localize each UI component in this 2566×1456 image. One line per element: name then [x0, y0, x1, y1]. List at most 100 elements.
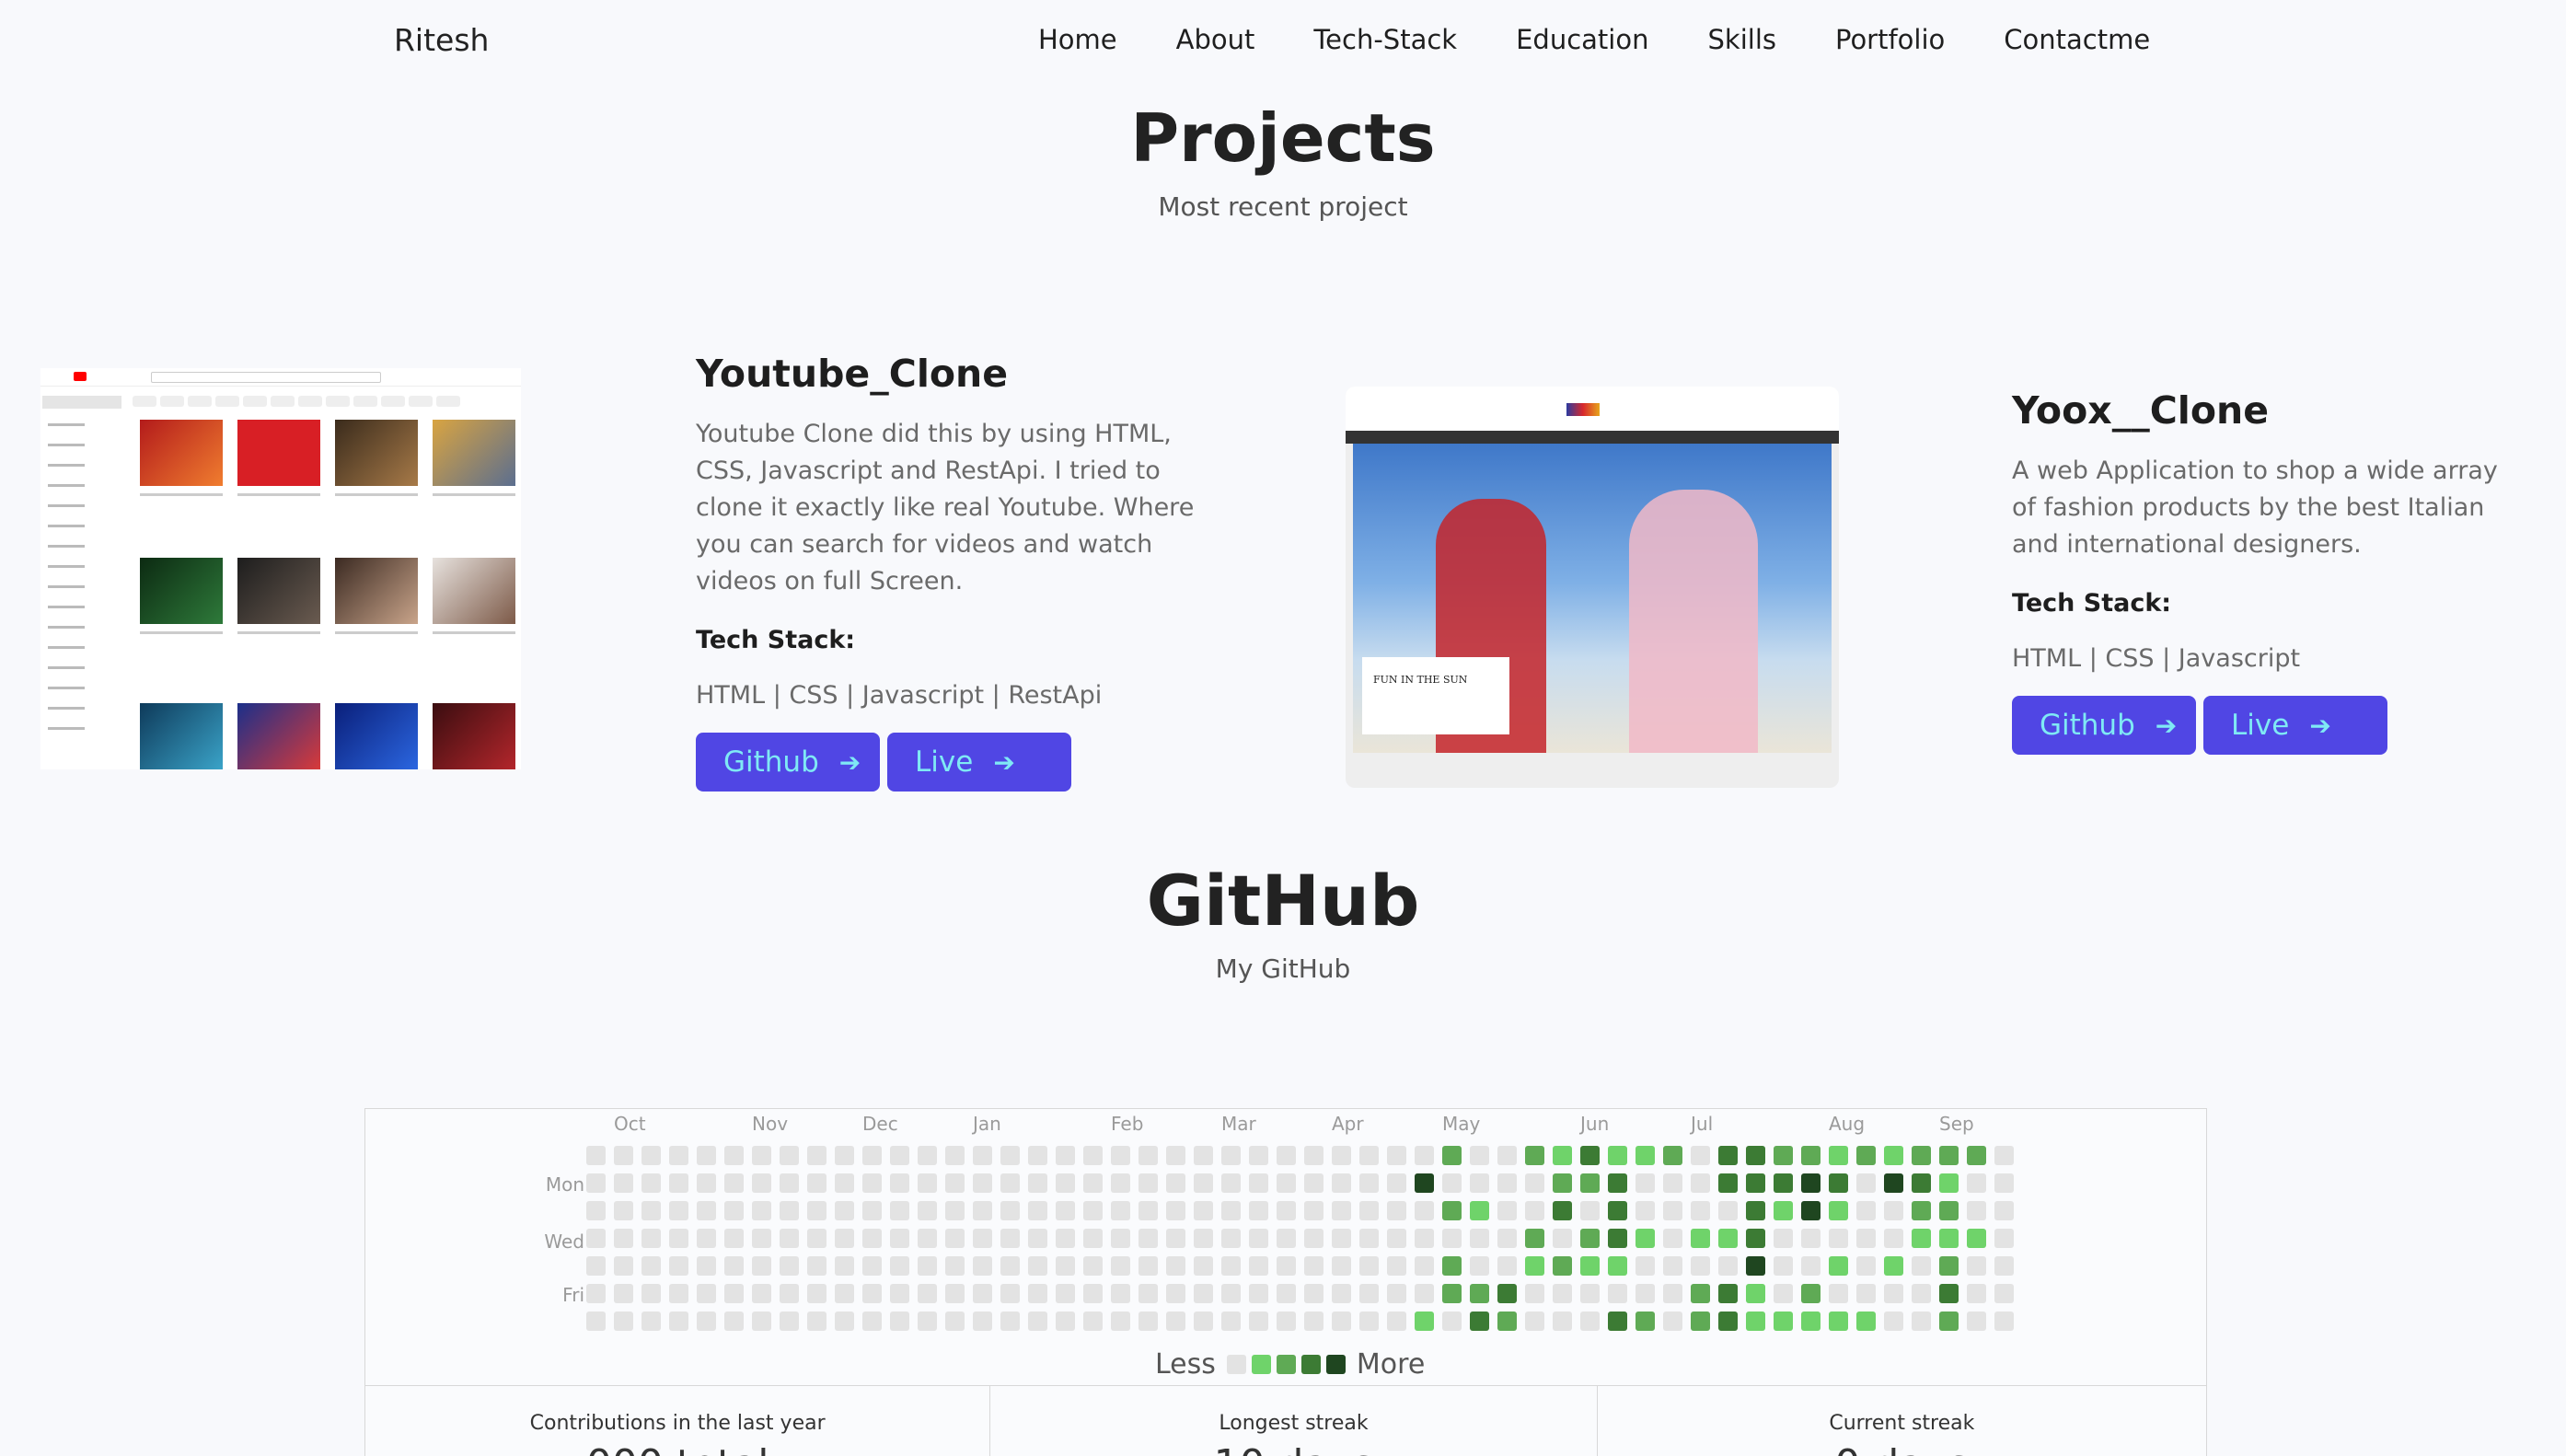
contribution-cell[interactable]: [1497, 1201, 1517, 1220]
contribution-cell[interactable]: [1636, 1146, 1655, 1165]
contribution-cell[interactable]: [1277, 1256, 1296, 1276]
contribution-cell[interactable]: [1194, 1312, 1213, 1331]
contribution-cell[interactable]: [1663, 1256, 1682, 1276]
contribution-cell[interactable]: [669, 1201, 688, 1220]
contribution-cell[interactable]: [1056, 1229, 1075, 1248]
contribution-cell[interactable]: [1387, 1229, 1406, 1248]
contribution-cell[interactable]: [724, 1173, 744, 1193]
contribution-cell[interactable]: [918, 1312, 937, 1331]
contribution-cell[interactable]: [862, 1229, 882, 1248]
contribution-cell[interactable]: [586, 1173, 606, 1193]
contribution-cell[interactable]: [1525, 1173, 1544, 1193]
contribution-cell[interactable]: [1359, 1201, 1379, 1220]
contribution-cell[interactable]: [1497, 1284, 1517, 1303]
contribution-cell[interactable]: [1442, 1312, 1462, 1331]
contribution-cell[interactable]: [1415, 1146, 1434, 1165]
contribution-cell[interactable]: [1470, 1146, 1489, 1165]
contribution-cell[interactable]: [1608, 1312, 1627, 1331]
contribution-cell[interactable]: [724, 1312, 744, 1331]
contribution-cell[interactable]: [1139, 1229, 1158, 1248]
contribution-cell[interactable]: [1166, 1146, 1185, 1165]
contribution-cell[interactable]: [1801, 1256, 1820, 1276]
contribution-cell[interactable]: [1939, 1173, 1959, 1193]
contribution-cell[interactable]: [697, 1284, 716, 1303]
contribution-cell[interactable]: [586, 1284, 606, 1303]
contribution-cell[interactable]: [642, 1256, 661, 1276]
contribution-cell[interactable]: [614, 1146, 633, 1165]
contribution-cell[interactable]: [697, 1312, 716, 1331]
contribution-cell[interactable]: [1083, 1146, 1103, 1165]
contribution-cell[interactable]: [1967, 1229, 1986, 1248]
contribution-cell[interactable]: [1884, 1173, 1903, 1193]
contribution-cell[interactable]: [1304, 1229, 1323, 1248]
contribution-cell[interactable]: [1249, 1173, 1268, 1193]
contribution-cell[interactable]: [1304, 1256, 1323, 1276]
contribution-cell[interactable]: [1994, 1256, 2014, 1276]
contribution-cell[interactable]: [807, 1312, 826, 1331]
contribution-cell[interactable]: [1056, 1146, 1075, 1165]
contribution-cell[interactable]: [890, 1229, 909, 1248]
contribution-cell[interactable]: [1994, 1229, 2014, 1248]
contribution-cell[interactable]: [862, 1146, 882, 1165]
contribution-cell[interactable]: [1277, 1201, 1296, 1220]
contribution-cell[interactable]: [1028, 1312, 1047, 1331]
contribution-cell[interactable]: [1056, 1256, 1075, 1276]
contribution-cell[interactable]: [752, 1173, 771, 1193]
contribution-cell[interactable]: [1497, 1173, 1517, 1193]
contribution-cell[interactable]: [1221, 1229, 1241, 1248]
contribution-cell[interactable]: [724, 1229, 744, 1248]
contribution-cell[interactable]: [586, 1201, 606, 1220]
contribution-cell[interactable]: [1332, 1229, 1351, 1248]
contribution-cell[interactable]: [1304, 1146, 1323, 1165]
contribution-cell[interactable]: [614, 1256, 633, 1276]
contribution-cell[interactable]: [1359, 1229, 1379, 1248]
contribution-cell[interactable]: [614, 1284, 633, 1303]
contribution-cell[interactable]: [835, 1146, 854, 1165]
contribution-cell[interactable]: [780, 1312, 799, 1331]
contribution-cell[interactable]: [1056, 1173, 1075, 1193]
contribution-cell[interactable]: [862, 1173, 882, 1193]
contribution-cell[interactable]: [973, 1229, 992, 1248]
contribution-cell[interactable]: [1967, 1284, 1986, 1303]
contribution-cell[interactable]: [1304, 1284, 1323, 1303]
contribution-cell[interactable]: [807, 1146, 826, 1165]
contribution-cell[interactable]: [1083, 1256, 1103, 1276]
contribution-cell[interactable]: [1470, 1173, 1489, 1193]
contribution-cell[interactable]: [1718, 1201, 1738, 1220]
contribution-cell[interactable]: [1221, 1284, 1241, 1303]
contribution-cell[interactable]: [1470, 1201, 1489, 1220]
contribution-cell[interactable]: [1249, 1146, 1268, 1165]
contribution-cell[interactable]: [973, 1146, 992, 1165]
contribution-cell[interactable]: [1994, 1312, 2014, 1331]
contribution-cell[interactable]: [1277, 1146, 1296, 1165]
contribution-cell[interactable]: [1912, 1146, 1931, 1165]
contribution-cell[interactable]: [1525, 1146, 1544, 1165]
contribution-cell[interactable]: [1056, 1201, 1075, 1220]
contribution-cell[interactable]: [724, 1146, 744, 1165]
contribution-cell[interactable]: [1139, 1201, 1158, 1220]
contribution-cell[interactable]: [973, 1312, 992, 1331]
contribution-cell[interactable]: [1194, 1284, 1213, 1303]
contribution-cell[interactable]: [724, 1284, 744, 1303]
contribution-cell[interactable]: [835, 1312, 854, 1331]
contribution-cell[interactable]: [1829, 1146, 1848, 1165]
contribution-cell[interactable]: [835, 1256, 854, 1276]
contribution-cell[interactable]: [1525, 1284, 1544, 1303]
contribution-cell[interactable]: [1000, 1146, 1020, 1165]
contribution-cell[interactable]: [1166, 1284, 1185, 1303]
contribution-cell[interactable]: [1580, 1146, 1600, 1165]
contribution-cell[interactable]: [1774, 1284, 1793, 1303]
contribution-cell[interactable]: [1829, 1201, 1848, 1220]
contribution-cell[interactable]: [1939, 1201, 1959, 1220]
contribution-cell[interactable]: [1553, 1201, 1572, 1220]
contribution-cell[interactable]: [1028, 1256, 1047, 1276]
contribution-cell[interactable]: [752, 1201, 771, 1220]
contribution-cell[interactable]: [1359, 1312, 1379, 1331]
contribution-cell[interactable]: [1994, 1201, 2014, 1220]
contribution-cell[interactable]: [1166, 1229, 1185, 1248]
contribution-cell[interactable]: [669, 1312, 688, 1331]
contribution-cell[interactable]: [1856, 1256, 1876, 1276]
contribution-cell[interactable]: [1221, 1312, 1241, 1331]
contribution-cell[interactable]: [1636, 1201, 1655, 1220]
contribution-cell[interactable]: [945, 1312, 965, 1331]
